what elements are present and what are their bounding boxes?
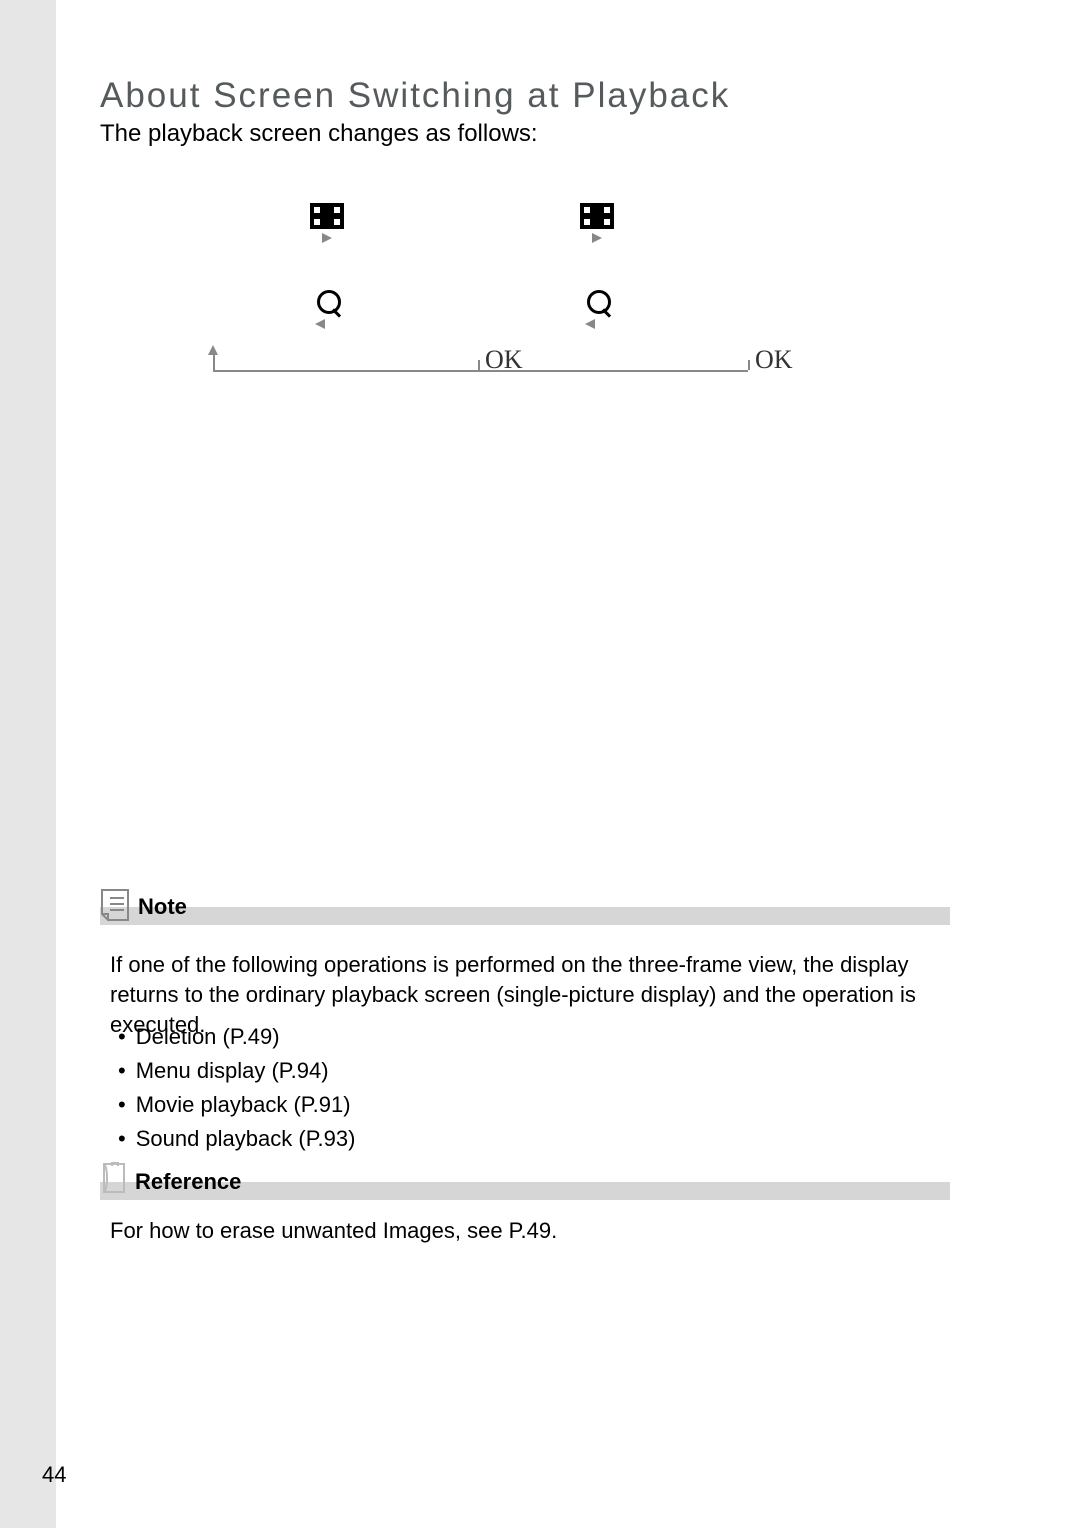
- reference-label: Reference: [135, 1169, 241, 1195]
- left-margin-strip: [0, 0, 56, 1528]
- note-bullet-item: Deletion (P.49): [110, 1020, 355, 1054]
- section-subheading: The playback screen changes as follows:: [100, 120, 538, 148]
- ok-label: OK: [755, 345, 793, 375]
- magnifier-icon: [317, 290, 341, 314]
- manual-page: About Screen Switching at Playback The p…: [0, 0, 1080, 1528]
- arrow-right-icon: [592, 233, 602, 243]
- note-label: Note: [138, 894, 187, 920]
- note-bullet-item: Menu display (P.94): [110, 1054, 355, 1088]
- arrow-left-icon: [315, 319, 325, 329]
- bracket-line: [478, 370, 748, 372]
- magnifier-icon: [587, 290, 611, 314]
- note-bullet-item: Sound playback (P.93): [110, 1122, 355, 1156]
- reference-icon: [98, 1162, 132, 1196]
- bracket-tick: [478, 360, 480, 370]
- thumbnail-icon: [310, 203, 344, 229]
- arrow-left-icon: [585, 319, 595, 329]
- note-header-bar: [100, 907, 950, 925]
- bracket-tick: [748, 360, 750, 370]
- arrow-up-icon: [208, 345, 218, 355]
- playback-switching-diagram: OK OK: [210, 195, 860, 385]
- bracket-line: [213, 355, 480, 372]
- note-bullet-item: Movie playback (P.91): [110, 1088, 355, 1122]
- arrow-right-icon: [322, 233, 332, 243]
- thumbnail-icon: [580, 203, 614, 229]
- note-bullet-list: Deletion (P.49) Menu display (P.94) Movi…: [110, 1020, 355, 1156]
- section-heading: About Screen Switching at Playback: [100, 76, 730, 116]
- note-icon: [98, 888, 132, 922]
- reference-paragraph: For how to erase unwanted Images, see P.…: [110, 1218, 557, 1244]
- page-number: 44: [42, 1462, 66, 1488]
